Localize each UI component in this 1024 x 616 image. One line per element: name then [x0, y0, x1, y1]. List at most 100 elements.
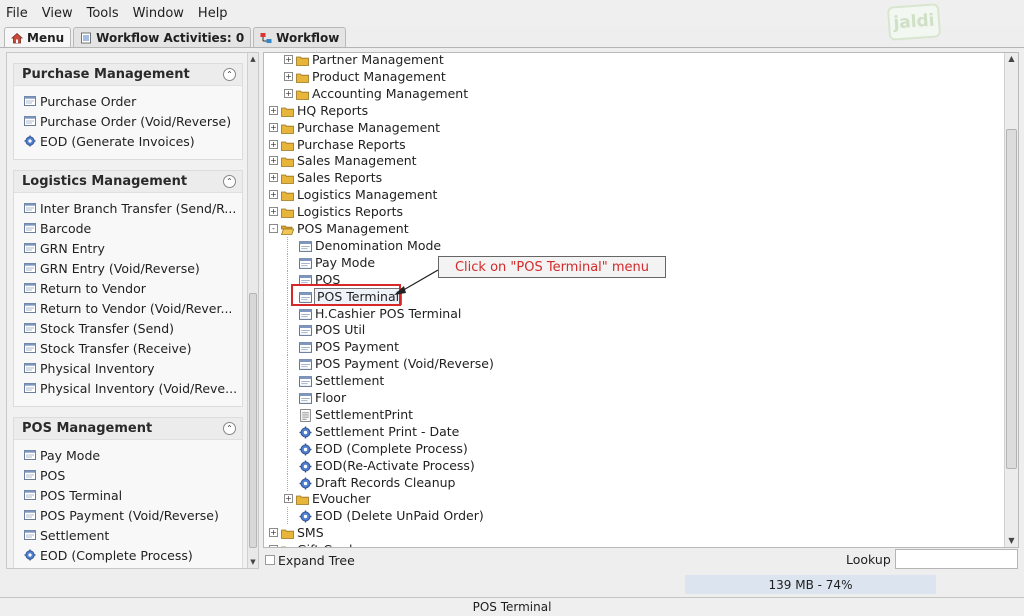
window-icon	[24, 262, 36, 274]
favorite-item[interactable]: POS	[24, 465, 242, 485]
tree-node[interactable]: + Purchase Reports	[269, 136, 406, 153]
expand-icon[interactable]: +	[269, 190, 278, 200]
window-icon	[24, 302, 36, 314]
tree-node[interactable]: Floor	[284, 389, 346, 406]
tree-node-label: Purchase Reports	[297, 136, 406, 152]
favorite-item[interactable]: POS Payment (Void/Reverse)	[24, 505, 242, 525]
folder-icon	[281, 189, 294, 202]
collapse-icon[interactable]: ⌃	[223, 422, 236, 435]
expand-icon[interactable]: +	[269, 528, 278, 538]
favorite-item[interactable]: EOD (Generate Invoices)	[24, 131, 242, 151]
tree-node-label: POS Payment	[315, 339, 400, 355]
tree-node[interactable]: + Sales Reports	[269, 169, 382, 186]
favorite-item[interactable]: Return to Vendor (Void/Rever...	[24, 298, 242, 318]
tree-node[interactable]: + EVoucher	[284, 490, 371, 507]
tree-node-label: Pay Mode	[315, 254, 376, 270]
tree-scroll-thumb[interactable]	[1006, 129, 1017, 469]
favorite-item[interactable]: Pay Mode	[24, 445, 242, 465]
tree-node[interactable]: + Gift Card	[269, 541, 352, 547]
menu-view[interactable]: View	[42, 6, 73, 21]
tree-node[interactable]: + Partner Management	[284, 53, 444, 68]
tree-node[interactable]: + Logistics Management	[269, 186, 437, 203]
section-header[interactable]: Logistics Management ⌃	[14, 171, 242, 193]
expand-tree-toggle[interactable]: Expand Tree	[265, 552, 355, 568]
expand-icon[interactable]: +	[269, 139, 278, 149]
instruction-callout: Click on "POS Terminal" menu	[438, 256, 666, 278]
tree-node-label: H.Cashier POS Terminal	[315, 305, 462, 321]
expand-icon[interactable]: +	[269, 122, 278, 132]
favorite-item[interactable]: POS Terminal	[24, 485, 242, 505]
tree-node[interactable]: + SMS	[269, 524, 324, 541]
collapse-icon[interactable]: ⌃	[223, 175, 236, 188]
favorite-item-label: Purchase Order	[40, 93, 137, 109]
favorite-item[interactable]: Purchase Order (Void/Reverse)	[24, 111, 242, 131]
favorite-item[interactable]: Stock Transfer (Receive)	[24, 338, 242, 358]
menu-help[interactable]: Help	[198, 6, 228, 21]
section-header[interactable]: POS Management ⌃	[14, 418, 242, 440]
process-icon	[299, 426, 312, 439]
favorite-item[interactable]: Inter Branch Transfer (Send/R...	[24, 198, 242, 218]
tree-node[interactable]: + Accounting Management	[284, 85, 468, 102]
tree-node[interactable]: Pay Mode	[284, 253, 376, 271]
favorite-item[interactable]: Barcode	[24, 218, 242, 238]
favorite-item[interactable]: EOD (Complete Process)	[24, 545, 242, 565]
scroll-down-icon[interactable]: ▼	[248, 556, 258, 568]
expand-icon[interactable]: +	[284, 55, 293, 64]
expand-icon[interactable]: +	[284, 71, 293, 81]
tree-node[interactable]: POS Payment	[284, 338, 400, 356]
expand-icon[interactable]: +	[269, 156, 278, 166]
expand-icon[interactable]: +	[269, 105, 278, 115]
expand-icon[interactable]: +	[269, 173, 278, 183]
tree-node[interactable]: POS Payment (Void/Reverse)	[284, 355, 494, 373]
left-scroll-thumb[interactable]	[249, 293, 257, 548]
tree-node[interactable]: POS Util	[284, 321, 365, 339]
collapse-icon[interactable]: ⌃	[223, 68, 236, 81]
scroll-up-icon[interactable]: ▲	[1005, 53, 1018, 65]
tree-node[interactable]: EOD (Complete Process)	[284, 439, 468, 457]
tree-node[interactable]: Settlement Print - Date	[284, 422, 459, 440]
tree-node[interactable]: Denomination Mode	[284, 236, 441, 254]
tab-workflow[interactable]: Workflow	[253, 27, 347, 47]
tree-node[interactable]: EOD(Re-Activate Process)	[284, 456, 475, 474]
tree-node[interactable]: H.Cashier POS Terminal	[284, 304, 462, 322]
favorite-item[interactable]: Return to Vendor	[24, 278, 242, 298]
tree-scrollbar[interactable]: ▲ ▼	[1004, 53, 1018, 547]
favorite-item[interactable]: Purchase Order	[24, 91, 242, 111]
favorite-item[interactable]: Stock Transfer (Send)	[24, 318, 242, 338]
tab-menu[interactable]: Menu	[4, 27, 72, 47]
tree-node[interactable]: EOD (Delete UnPaid Order)	[284, 507, 484, 525]
menu-tools[interactable]: Tools	[87, 6, 119, 21]
tree-node[interactable]: SettlementPrint	[284, 405, 413, 423]
tab-workflow-activities[interactable]: Workflow Activities: 0	[73, 27, 252, 47]
window-icon	[24, 529, 36, 541]
favorite-item[interactable]: Physical Inventory	[24, 358, 242, 378]
expand-icon[interactable]: +	[269, 207, 278, 217]
menu-window[interactable]: Window	[133, 6, 184, 21]
favorite-item[interactable]: Physical Inventory (Void/Reve...	[24, 378, 242, 398]
tree-node[interactable]: + Logistics Reports	[269, 203, 403, 220]
expand-icon[interactable]: +	[284, 88, 293, 98]
memory-indicator[interactable]: 139 MB - 74%	[685, 575, 936, 594]
collapse-icon[interactable]: -	[269, 224, 278, 233]
left-scrollbar[interactable]: ▲ ▼	[247, 53, 258, 568]
expand-tree-checkbox[interactable]	[265, 555, 275, 565]
tree-node[interactable]: + HQ Reports	[269, 102, 368, 119]
tree-node[interactable]: Settlement	[284, 372, 384, 390]
tree-node[interactable]: + Purchase Management	[269, 119, 440, 136]
tree-node[interactable]: Draft Records Cleanup	[284, 473, 456, 491]
tree-node[interactable]: - POS Management	[269, 220, 409, 237]
tree-node[interactable]: + Product Management	[284, 68, 446, 85]
section-items: Inter Branch Transfer (Send/R... Barcode G…	[14, 193, 242, 406]
expand-icon[interactable]: +	[269, 545, 278, 547]
favorite-item[interactable]: GRN Entry (Void/Reverse)	[24, 258, 242, 278]
menu-file[interactable]: File	[6, 6, 28, 21]
section-header[interactable]: Purchase Management ⌃	[14, 64, 242, 86]
lookup-input[interactable]	[895, 549, 1018, 569]
favorite-item[interactable]: GRN Entry	[24, 238, 242, 258]
window-icon	[24, 382, 36, 394]
tree-node[interactable]: + Sales Management	[269, 152, 417, 169]
scroll-down-icon[interactable]: ▼	[1005, 535, 1018, 547]
scroll-up-icon[interactable]: ▲	[248, 53, 258, 65]
expand-icon[interactable]: +	[284, 494, 293, 504]
favorite-item[interactable]: Settlement	[24, 525, 242, 545]
